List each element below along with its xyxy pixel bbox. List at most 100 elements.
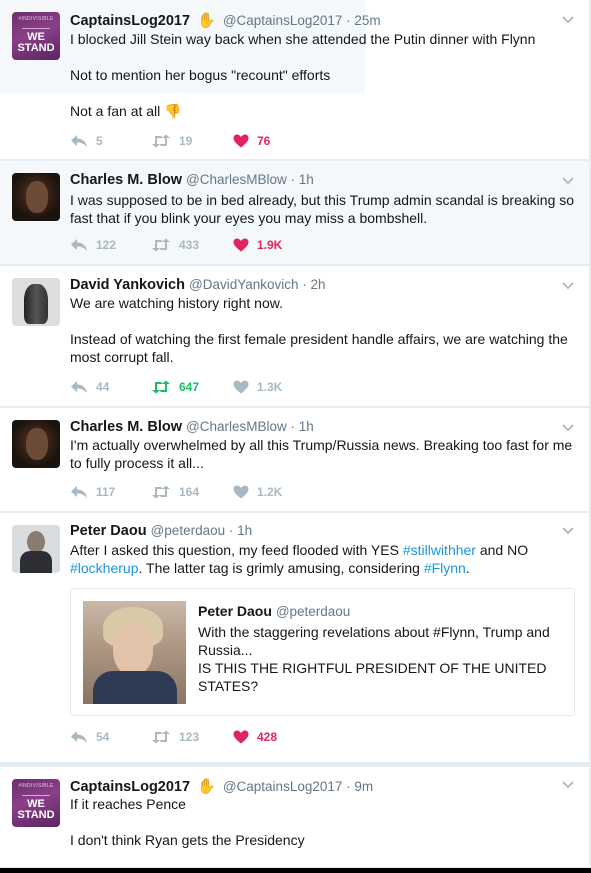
- avatar-divider: [22, 28, 50, 29]
- like-button[interactable]: 1.9K: [233, 235, 282, 255]
- heart-icon: [233, 485, 249, 499]
- author-name[interactable]: CaptainsLog2017: [70, 779, 190, 795]
- avatar-face: [24, 284, 48, 324]
- retweet-count: 164: [179, 485, 200, 499]
- author-name[interactable]: Charles M. Blow: [70, 419, 182, 435]
- separator: ·: [342, 779, 355, 794]
- text-segment: After I asked this question, my feed flo…: [70, 542, 403, 558]
- reply-count: 44: [96, 380, 110, 394]
- retweet-button[interactable]: 647: [151, 377, 199, 397]
- avatar[interactable]: [12, 420, 60, 468]
- chevron-down-icon[interactable]: [561, 524, 575, 538]
- reply-button[interactable]: 54: [70, 727, 109, 747]
- timestamp[interactable]: 25m: [354, 13, 380, 28]
- author-name[interactable]: Peter Daou: [70, 523, 147, 539]
- author-handle[interactable]: @CharlesMBlow: [186, 172, 287, 187]
- author-handle[interactable]: @peterdaou: [151, 523, 226, 538]
- avatar[interactable]: [12, 278, 60, 326]
- retweet-icon: [152, 238, 170, 252]
- retweet-icon: [152, 485, 170, 499]
- author-handle[interactable]: @CaptainsLog2017: [223, 779, 343, 794]
- avatar-divider: [22, 795, 50, 796]
- hashtag-link[interactable]: #stillwithher: [403, 542, 476, 558]
- quoted-text: With the staggering revelations about #F…: [198, 624, 550, 694]
- avatar-face: [26, 181, 48, 213]
- reply-button[interactable]: 44: [70, 377, 109, 397]
- tweet-card[interactable]: David Yankovich @DavidYankovich · 2h We …: [0, 266, 589, 407]
- author-name[interactable]: Charles M. Blow: [70, 172, 182, 188]
- author-handle[interactable]: @CaptainsLog2017: [223, 13, 343, 28]
- reply-icon: [71, 135, 87, 147]
- window-bottom-edge: [0, 868, 591, 873]
- retweet-count: 647: [179, 380, 200, 394]
- timestamp[interactable]: 1h: [299, 172, 314, 187]
- avatar-tag: #INDIVISIBLE: [18, 16, 54, 22]
- like-count: 76: [257, 134, 271, 148]
- chevron-down-icon[interactable]: [561, 279, 575, 293]
- retweet-count: 433: [179, 238, 200, 252]
- chevron-down-icon[interactable]: [561, 778, 575, 792]
- heart-icon: [233, 730, 249, 744]
- avatar[interactable]: #INDIVISIBLE WE STAND: [12, 12, 60, 60]
- chevron-down-icon[interactable]: [561, 13, 575, 27]
- avatar[interactable]: [12, 525, 60, 573]
- author-name[interactable]: David Yankovich: [70, 277, 185, 293]
- timestamp[interactable]: 1h: [299, 419, 314, 434]
- reply-count: 122: [96, 238, 117, 252]
- avatar[interactable]: [12, 173, 60, 221]
- quoted-header: Peter Daou @peterdaou: [198, 603, 350, 619]
- reply-button[interactable]: 5: [70, 131, 103, 151]
- like-count: 1.9K: [257, 238, 283, 252]
- retweet-button[interactable]: 164: [151, 482, 199, 502]
- heart-icon: [233, 380, 249, 394]
- like-button[interactable]: 428: [233, 727, 277, 747]
- hashtag-link[interactable]: #lockherup: [70, 560, 139, 576]
- tweet-header: Charles M. Blow @CharlesMBlow · 1h: [70, 172, 314, 188]
- timestamp[interactable]: 2h: [311, 277, 326, 292]
- like-count: 1.2K: [257, 485, 283, 499]
- avatar-stand: STAND: [17, 809, 55, 821]
- like-button[interactable]: 1.2K: [233, 482, 282, 502]
- timestamp[interactable]: 1h: [237, 523, 252, 538]
- retweet-icon: [152, 730, 170, 744]
- image-body: [93, 671, 177, 704]
- author-name[interactable]: CaptainsLog2017: [70, 13, 190, 29]
- separator: ·: [286, 419, 299, 434]
- quoted-handle: @peterdaou: [275, 604, 351, 619]
- vulcan-salute-icon: ✋: [197, 12, 216, 29]
- tweet-card[interactable]: #INDIVISIBLE WE STAND CaptainsLog2017 ✋ @…: [0, 766, 589, 868]
- tweet-text: I was supposed to be in bed already, but…: [70, 192, 575, 226]
- tweet-card[interactable]: Charles M. Blow @CharlesMBlow · 1h I'm a…: [0, 408, 589, 512]
- retweet-button[interactable]: 433: [151, 235, 199, 255]
- avatar-head: [27, 531, 45, 553]
- tweet-card[interactable]: Charles M. Blow @CharlesMBlow · 1h I was…: [0, 161, 589, 265]
- reply-icon: [71, 239, 87, 251]
- image-face: [113, 623, 153, 675]
- avatar-text: WE STAND: [12, 799, 60, 821]
- author-handle[interactable]: @CharlesMBlow: [186, 419, 287, 434]
- timestamp[interactable]: 9m: [354, 779, 373, 794]
- hashtag-link[interactable]: #Flynn: [424, 560, 466, 576]
- like-button[interactable]: 76: [233, 131, 270, 151]
- quoted-tweet[interactable]: Peter Daou @peterdaou With the staggerin…: [70, 588, 575, 716]
- retweet-button[interactable]: 123: [151, 727, 199, 747]
- tweet-card[interactable]: #INDIVISIBLE WE STAND CaptainsLog2017 ✋ @…: [0, 0, 589, 160]
- tweet-card[interactable]: Peter Daou @peterdaou · 1h After I asked…: [0, 513, 589, 763]
- author-handle[interactable]: @DavidYankovich: [189, 277, 299, 292]
- retweet-button[interactable]: 19: [151, 131, 192, 151]
- like-button[interactable]: 1.3K: [233, 377, 282, 397]
- quoted-author: Peter Daou: [198, 603, 272, 619]
- avatar-stand: STAND: [17, 42, 55, 54]
- chevron-down-icon[interactable]: [561, 421, 575, 435]
- tweet-header: David Yankovich @DavidYankovich · 2h: [70, 277, 326, 293]
- separator: ·: [225, 523, 238, 538]
- retweet-count: 123: [179, 730, 200, 744]
- chevron-down-icon[interactable]: [561, 174, 575, 188]
- heart-icon: [233, 134, 249, 148]
- avatar[interactable]: #INDIVISIBLE WE STAND: [12, 779, 60, 827]
- reply-button[interactable]: 117: [70, 482, 115, 502]
- tweet-text: I'm actually overwhelmed by all this Tru…: [70, 437, 573, 471]
- reply-button[interactable]: 122: [70, 235, 116, 255]
- tweet-text: We are watching history right now. Inste…: [70, 295, 568, 365]
- heart-icon: [233, 238, 249, 252]
